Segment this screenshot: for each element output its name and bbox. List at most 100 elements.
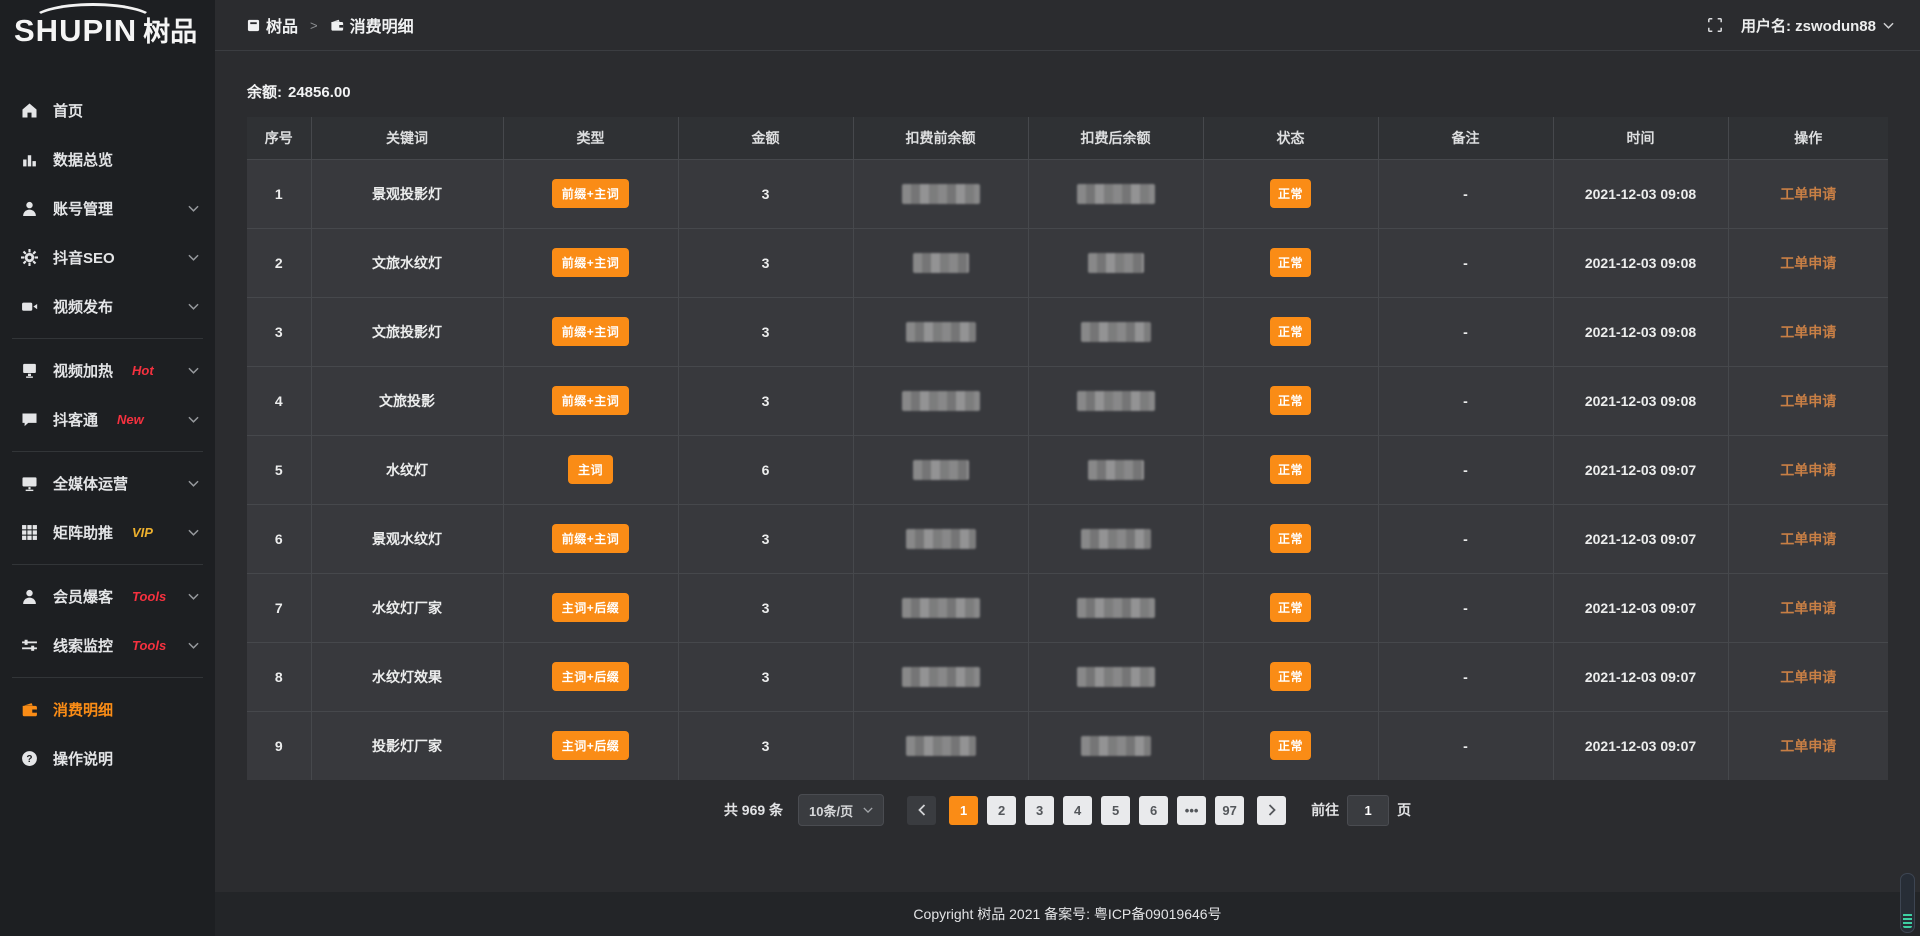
menu-divider [12,451,203,452]
cell-index: 5 [247,435,311,504]
type-badge: 前缀+主词 [552,386,630,415]
work-order-link[interactable]: 工单申请 [1780,738,1836,754]
masked-balance-before [906,529,976,549]
masked-balance-after [1077,667,1155,687]
masked-balance-after [1081,529,1151,549]
page-button-3[interactable]: 3 [1025,796,1054,825]
cell-balance-before [853,573,1028,642]
type-badge: 前缀+主词 [552,524,630,553]
status-badge: 正常 [1270,524,1311,553]
cell-balance-before [853,642,1028,711]
work-order-link[interactable]: 工单申请 [1780,669,1836,685]
next-page-button[interactable] [1257,796,1286,825]
scrollbar-widget[interactable] [1900,873,1915,933]
sidebar-menu: 首页 数据总览 账号管理 抖音SEO 视频发布 [0,72,215,936]
sidebar-item-data-overview[interactable]: 数据总览 [0,135,215,184]
masked-balance-before [902,598,980,618]
work-order-link[interactable]: 工单申请 [1780,462,1836,478]
work-order-link[interactable]: 工单申请 [1780,255,1836,271]
cell-type: 前缀+主词 [503,504,678,573]
page-button-6[interactable]: 6 [1139,796,1168,825]
page-ellipsis-button[interactable]: ••• [1177,796,1206,825]
sidebar-item-account[interactable]: 账号管理 [0,184,215,233]
cell-index: 3 [247,297,311,366]
status-badge: 正常 [1270,179,1311,208]
cell-remark: - [1378,228,1553,297]
breadcrumb-current[interactable]: 消费明细 [330,13,414,37]
sidebar-item-instructions[interactable]: ? 操作说明 [0,734,215,783]
cell-action: 工单申请 [1728,642,1888,711]
sidebar-item-consumption-detail[interactable]: 消费明细 [0,685,215,734]
work-order-link[interactable]: 工单申请 [1780,393,1836,409]
sidebar-item-home[interactable]: 首页 [0,86,215,135]
sidebar-item-video-publish[interactable]: 视频发布 [0,282,215,331]
cell-balance-after [1028,297,1203,366]
cell-keyword: 水纹灯效果 [311,642,503,711]
sidebar-item-label: 抖客通 [53,409,98,430]
sidebar-item-label: 操作说明 [53,748,113,769]
sidebar-item-douyin-seo[interactable]: 抖音SEO [0,233,215,282]
menu-divider [12,564,203,565]
member-icon [20,588,38,606]
masked-balance-before [902,184,980,204]
cell-balance-after [1028,711,1203,780]
sidebar-item-matrix-boost[interactable]: 矩阵助推 VIP [0,508,215,557]
table-row: 7 水纹灯厂家 主词+后缀 3 正常 - 2021-12-03 09:07 工单… [247,573,1888,642]
sidebar-item-label: 线索监控 [53,635,113,656]
cell-amount: 3 [678,366,853,435]
cell-type: 前缀+主词 [503,366,678,435]
cell-remark: - [1378,159,1553,228]
work-order-link[interactable]: 工单申请 [1780,600,1836,616]
type-badge: 前缀+主词 [552,179,630,208]
status-badge: 正常 [1270,662,1311,691]
work-order-link[interactable]: 工单申请 [1780,531,1836,547]
sidebar-item-douketong[interactable]: 抖客通 New [0,395,215,444]
cell-time: 2021-12-03 09:07 [1553,573,1728,642]
sidebar-item-media-operation[interactable]: 全媒体运营 [0,459,215,508]
sidebar-item-member-burst[interactable]: 会员爆客 Tools [0,572,215,621]
chevron-down-icon [188,416,199,423]
sidebar-item-lead-monitor[interactable]: 线索监控 Tools [0,621,215,670]
cell-type: 前缀+主词 [503,297,678,366]
menu-divider [12,338,203,339]
vip-badge: VIP [132,525,153,540]
cell-time: 2021-12-03 09:07 [1553,711,1728,780]
page-button-5[interactable]: 5 [1101,796,1130,825]
page-button-4[interactable]: 4 [1063,796,1092,825]
page-button-1[interactable]: 1 [949,796,978,825]
page-size-select[interactable]: 10条/页 [798,794,884,826]
cell-remark: - [1378,711,1553,780]
cell-action: 工单申请 [1728,573,1888,642]
cell-status: 正常 [1203,711,1378,780]
type-badge: 主词+后缀 [552,593,630,622]
cell-status: 正常 [1203,504,1378,573]
cell-balance-after [1028,159,1203,228]
fullscreen-icon[interactable] [1707,17,1723,33]
topbar-right: 用户名: zswodun88 [1707,15,1894,36]
goto-page-input[interactable] [1347,795,1389,826]
col-keyword: 关键词 [311,117,503,159]
page-button-97[interactable]: 97 [1215,796,1244,825]
goto-suffix: 页 [1397,800,1411,820]
cell-remark: - [1378,366,1553,435]
cell-remark: - [1378,435,1553,504]
page-button-2[interactable]: 2 [987,796,1016,825]
col-time: 时间 [1553,117,1728,159]
user-menu[interactable]: 用户名: zswodun88 [1741,15,1894,36]
prev-page-button[interactable] [907,796,936,825]
question-icon: ? [20,750,38,768]
cell-keyword: 文旅投影灯 [311,297,503,366]
goto-page: 前往 页 [1311,795,1411,826]
work-order-link[interactable]: 工单申请 [1780,186,1836,202]
col-status: 状态 [1203,117,1378,159]
sidebar-item-video-heat[interactable]: 视频加热 Hot [0,346,215,395]
work-order-link[interactable]: 工单申请 [1780,324,1836,340]
table-row: 2 文旅水纹灯 前缀+主词 3 正常 - 2021-12-03 09:08 工单… [247,228,1888,297]
cell-balance-before [853,297,1028,366]
cell-keyword: 投影灯厂家 [311,711,503,780]
sidebar: SHUPIN树品 首页 数据总览 账号管理 抖音SEO [0,0,215,936]
user-icon [20,200,38,218]
breadcrumb-home[interactable]: 树品 [247,13,298,37]
masked-balance-before [906,736,976,756]
cell-remark: - [1378,504,1553,573]
